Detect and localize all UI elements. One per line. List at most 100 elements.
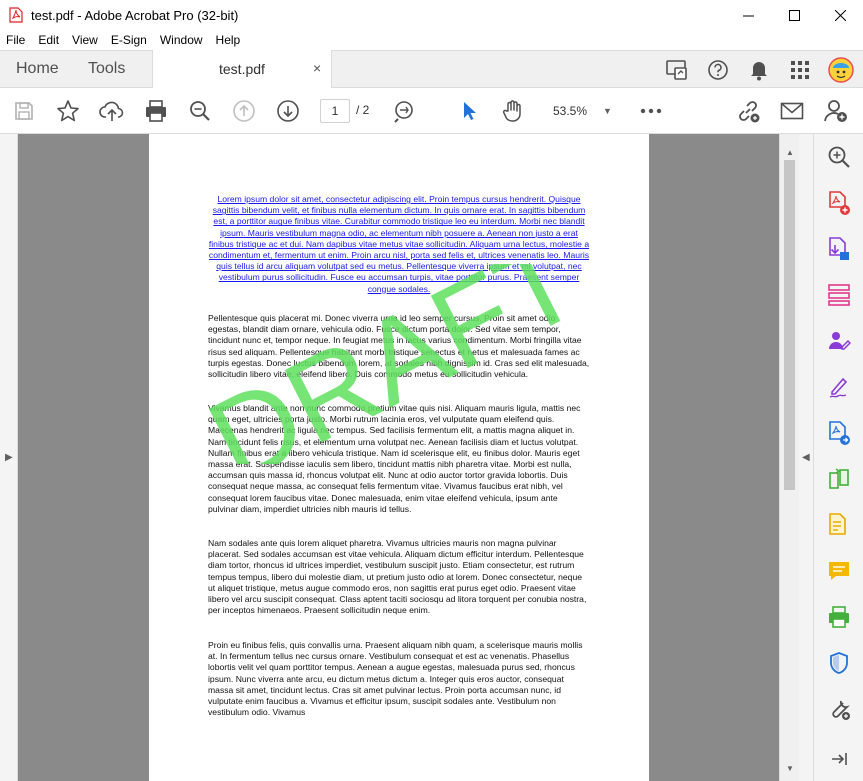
body-paragraph-4: Proin eu finibus felis, quis convallis u…	[208, 640, 583, 718]
main-toolbar: 1 / 2 53.5% ▼	[0, 88, 863, 134]
cursor-arrow-icon	[464, 102, 476, 120]
user-avatar-button[interactable]	[827, 56, 855, 84]
compare-files-icon	[829, 468, 849, 489]
zoom-search-button[interactable]	[186, 97, 214, 125]
edit-pdf-tool[interactable]	[826, 512, 852, 538]
right-panel-collapse[interactable]: ◀	[799, 134, 813, 781]
minimize-button[interactable]	[725, 0, 771, 30]
zoom-level-value: 53.5%	[553, 104, 588, 118]
add-user-button[interactable]	[822, 97, 850, 125]
pen-sign-icon	[829, 377, 848, 398]
mail-icon	[780, 102, 804, 120]
scroll-down-icon[interactable]: ▼	[786, 764, 794, 773]
edit-document-icon	[829, 513, 846, 535]
maximize-button[interactable]	[771, 0, 817, 30]
select-tool-button[interactable]	[455, 97, 483, 125]
organize-pages-icon	[828, 284, 850, 306]
bell-icon	[751, 62, 767, 81]
vertical-scrollbar[interactable]: ▲ ▼	[779, 134, 799, 781]
export-pdf-tool[interactable]	[826, 236, 852, 262]
collapse-arrow-icon	[832, 753, 847, 765]
email-button[interactable]	[778, 97, 806, 125]
menu-help[interactable]: Help	[216, 33, 241, 47]
upload-cloud-button[interactable]	[98, 97, 126, 125]
notifications-button[interactable]	[745, 56, 773, 84]
tab-bar: Home Tools test.pdf ×	[0, 50, 863, 89]
pdf-file-icon	[9, 7, 23, 23]
send-for-comments-tool[interactable]	[826, 420, 852, 446]
fill-and-sign-tool[interactable]	[826, 374, 852, 400]
next-page-button[interactable]	[274, 97, 302, 125]
maximize-icon	[788, 9, 800, 21]
zoom-tool-button[interactable]	[390, 97, 418, 125]
help-button[interactable]	[704, 56, 732, 84]
collapse-right-icon: ◀	[802, 452, 810, 463]
menu-esign[interactable]: E-Sign	[111, 33, 147, 47]
page-number-input[interactable]: 1	[320, 99, 350, 123]
more-tools-button[interactable]	[637, 97, 665, 125]
arrow-up-circle-icon	[233, 100, 255, 122]
left-panel-toggle[interactable]: ▶	[0, 134, 18, 781]
arrow-down-circle-icon	[277, 100, 299, 122]
scroll-up-icon[interactable]: ▲	[786, 148, 794, 157]
collapse-tools-pane-button[interactable]	[826, 746, 852, 772]
menu-edit[interactable]: Edit	[38, 33, 59, 47]
bookmark-star-button[interactable]	[54, 97, 82, 125]
body-paragraph-1: Pellentesque quis placerat mi. Donec viv…	[208, 313, 590, 380]
body-paragraph-3: Nam sodales ante quis lorem aliquet phar…	[208, 538, 587, 616]
page-count: / 2	[356, 103, 370, 117]
close-window-button[interactable]	[817, 0, 863, 30]
apps-button[interactable]	[786, 56, 814, 84]
save-button[interactable]	[10, 97, 38, 125]
menu-window[interactable]: Window	[160, 33, 203, 47]
menu-view[interactable]: View	[72, 33, 98, 47]
document-viewport[interactable]: Lorem ipsum dolor sit amet, consectetur …	[18, 134, 779, 781]
minimize-icon	[742, 15, 754, 16]
body-paragraph-2: Vivamus blandit ante non nunc commodo pr…	[208, 403, 581, 514]
tab-home[interactable]: Home	[16, 60, 59, 78]
print-production-tool[interactable]	[826, 604, 852, 630]
close-tab-button[interactable]: ×	[313, 60, 321, 76]
share-link-button[interactable]	[734, 97, 762, 125]
share-screen-icon	[666, 60, 687, 80]
zoom-out-icon	[190, 101, 210, 121]
close-icon	[834, 9, 846, 21]
wrench-icon	[832, 700, 850, 720]
more-dots-icon	[640, 108, 662, 114]
organize-pages-tool[interactable]	[826, 282, 852, 308]
add-person-icon	[824, 100, 847, 122]
protect-tool[interactable]	[826, 650, 852, 676]
request-signatures-tool[interactable]	[826, 328, 852, 354]
tab-tools[interactable]: Tools	[88, 60, 125, 78]
menu-file[interactable]: File	[6, 33, 25, 47]
link-icon	[739, 101, 760, 123]
share-screen-button[interactable]	[663, 56, 691, 84]
cloud-upload-icon	[99, 101, 124, 121]
menu-bar: File Edit View E-Sign Window Help	[0, 30, 863, 50]
dropdown-arrow-icon: ▼	[603, 106, 612, 116]
previous-page-button[interactable]	[230, 97, 258, 125]
window-title: test.pdf - Adobe Acrobat Pro (32-bit)	[31, 7, 239, 23]
apps-grid-icon	[791, 61, 809, 79]
hand-tool-button[interactable]	[499, 97, 527, 125]
tools-pane	[813, 134, 863, 781]
comment-tool[interactable]	[826, 558, 852, 584]
hyperlink-paragraph[interactable]: Lorem ipsum dolor sit amet, consectetur …	[208, 194, 590, 295]
tab-document[interactable]: test.pdf ×	[152, 50, 332, 89]
share-pdf-icon	[829, 421, 850, 445]
print-button[interactable]	[142, 97, 170, 125]
zoom-level-dropdown[interactable]: 53.5% ▼	[547, 99, 615, 123]
search-tool-button[interactable]	[826, 144, 852, 170]
shield-icon	[830, 652, 848, 674]
scroll-thumb[interactable]	[784, 160, 795, 490]
create-pdf-tool[interactable]	[826, 190, 852, 216]
compare-files-tool[interactable]	[826, 466, 852, 492]
zoom-minus-icon	[394, 101, 413, 123]
customize-tools-button[interactable]	[826, 696, 852, 722]
sign-people-icon	[829, 332, 851, 350]
hand-icon	[502, 100, 521, 122]
avatar-icon	[828, 57, 854, 83]
create-pdf-icon	[829, 191, 850, 215]
comment-icon	[829, 562, 849, 580]
acrobat-window: test.pdf - Adobe Acrobat Pro (32-bit) Fi…	[0, 0, 863, 781]
